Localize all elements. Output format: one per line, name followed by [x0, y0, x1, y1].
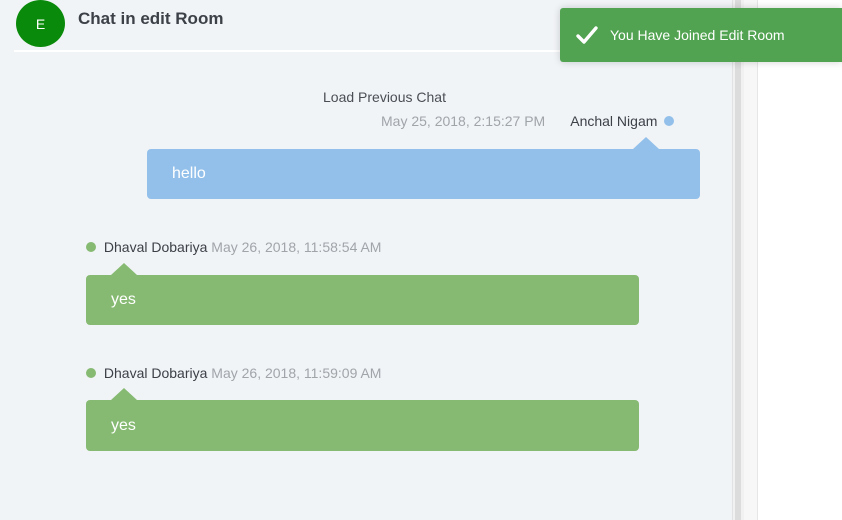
message-bubble: hello	[147, 137, 700, 199]
bubble-caret	[111, 263, 137, 275]
message-sender: Dhaval Dobariya	[103, 239, 208, 255]
message-sender: Anchal Nigam	[570, 113, 658, 129]
checkmark-icon	[576, 26, 598, 44]
bubble-caret	[111, 388, 137, 400]
load-previous-chat-link[interactable]: Load Previous Chat	[323, 89, 446, 105]
message-text: yes	[111, 416, 136, 434]
message-bubble: yes	[86, 263, 639, 325]
notification-toast[interactable]: You Have Joined Edit Room	[560, 8, 842, 62]
sender-status-dot	[86, 242, 96, 253]
room-avatar: E	[16, 0, 65, 47]
sender-status-dot	[86, 368, 96, 379]
message-bubble: yes	[86, 388, 639, 451]
message-text: yes	[111, 291, 136, 308]
toast-message: You Have Joined Edit Room	[610, 27, 785, 43]
message-time: May 26, 2018, 11:58:54 AM	[211, 239, 382, 255]
message-text: hello	[172, 165, 206, 182]
bubble-caret	[633, 137, 659, 149]
sender-status-dot	[664, 116, 675, 127]
room-title: Chat in edit Room	[78, 9, 224, 28]
chat-screen: E Chat in edit Room Load Previous Chat M…	[0, 0, 842, 520]
room-avatar-letter: E	[35, 15, 46, 32]
message-meta: May 25, 2018, 2:15:27 PM Anchal Nigam	[381, 113, 675, 129]
panel-divider	[744, 0, 758, 520]
chat-panel: E Chat in edit Room Load Previous Chat M…	[0, 0, 732, 520]
chat-scrollbar-thumb[interactable]	[735, 0, 741, 520]
message-time: May 26, 2018, 11:59:09 AM	[211, 365, 382, 381]
message-meta: Dhaval Dobariya May 26, 2018, 11:58:54 A…	[86, 239, 381, 255]
message-time: May 25, 2018, 2:15:27 PM	[381, 113, 546, 129]
message-sender: Dhaval Dobariya	[103, 365, 208, 381]
message-meta: Dhaval Dobariya May 26, 2018, 11:59:09 A…	[86, 365, 381, 381]
